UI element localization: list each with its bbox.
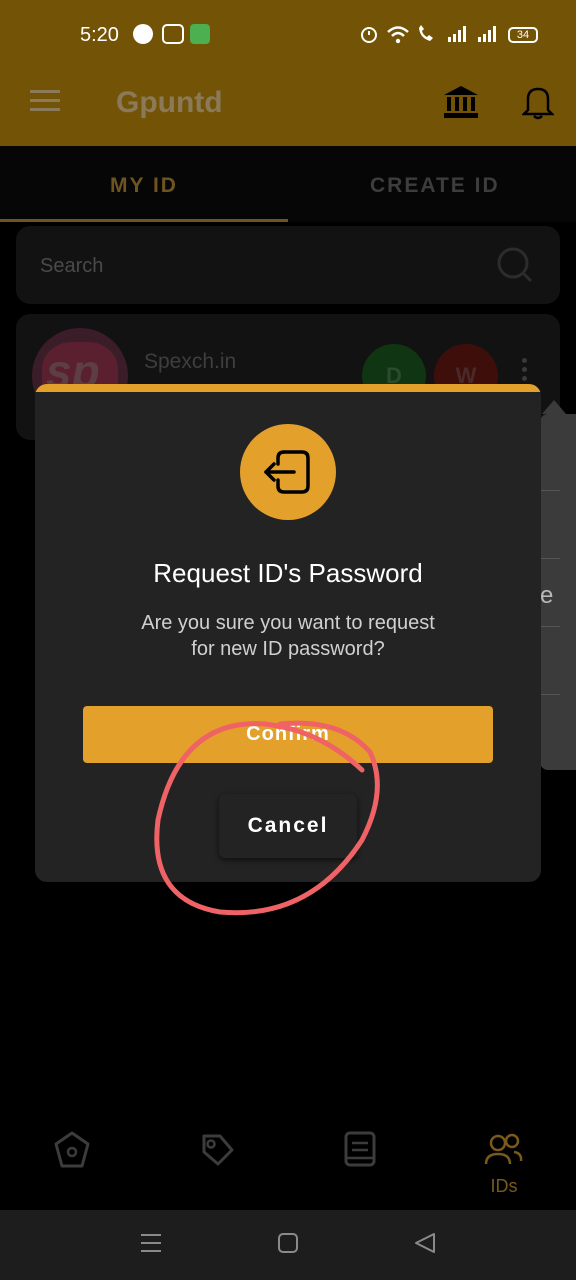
bank-icon[interactable]: [442, 84, 480, 120]
signal-2-icon: [478, 26, 496, 42]
nav-home[interactable]: [42, 1130, 102, 1200]
nav-ids-label: IDs: [490, 1176, 518, 1196]
dialog-message: Are you sure you want to request for new…: [141, 612, 435, 660]
users-icon: [484, 1133, 523, 1165]
system-navigation-bar: [0, 1210, 576, 1280]
home-icon: [54, 1131, 90, 1168]
back-icon[interactable]: [414, 1232, 436, 1254]
options-popup-menu: e: [540, 400, 576, 770]
search-box: [16, 226, 560, 304]
nav-ids[interactable]: IDs: [474, 1130, 534, 1200]
nav-passbook[interactable]: [330, 1130, 390, 1200]
active-tab-indicator: [0, 219, 288, 222]
logout-icon: [264, 450, 310, 494]
tab-create-id[interactable]: CREATE ID: [370, 174, 500, 198]
home-button-icon[interactable]: [277, 1232, 299, 1254]
menu-icon[interactable]: [30, 90, 60, 112]
app-bar: Gpuntd: [0, 58, 576, 146]
nav-offers[interactable]: [186, 1130, 246, 1200]
alarm-icon: [361, 27, 377, 43]
notification-bell-icon[interactable]: [522, 84, 554, 120]
site-name: Spexch.in: [144, 350, 237, 373]
battery-indicator: 34: [508, 27, 538, 43]
annotation-circle: [154, 720, 380, 916]
tag-icon: [202, 1134, 234, 1166]
dialog-badge: [240, 424, 336, 520]
signal-1-icon: [448, 26, 466, 42]
cb-app-icon: [162, 24, 184, 44]
menu-item-fragment[interactable]: e: [540, 582, 553, 610]
status-bar: 5:20 34: [0, 0, 576, 58]
tab-my-id[interactable]: MY ID: [110, 174, 178, 198]
search-input[interactable]: [40, 246, 480, 286]
wifi-icon: [387, 26, 409, 44]
bottom-navigation: IDs: [0, 1120, 576, 1210]
android-icon: [190, 24, 210, 44]
recents-icon[interactable]: [140, 1232, 162, 1254]
passbook-icon: [344, 1131, 376, 1167]
app-title: Gpuntd: [116, 86, 223, 119]
dialog-title: Request ID's Password: [153, 558, 423, 588]
search-icon[interactable]: [496, 246, 534, 284]
tab-bar: MY ID CREATE ID: [0, 146, 576, 222]
volte-call-icon: [419, 25, 433, 41]
dialog-accent-bar: [35, 384, 541, 392]
whatsapp-icon: [133, 24, 153, 44]
status-time: 5:20: [80, 24, 119, 46]
